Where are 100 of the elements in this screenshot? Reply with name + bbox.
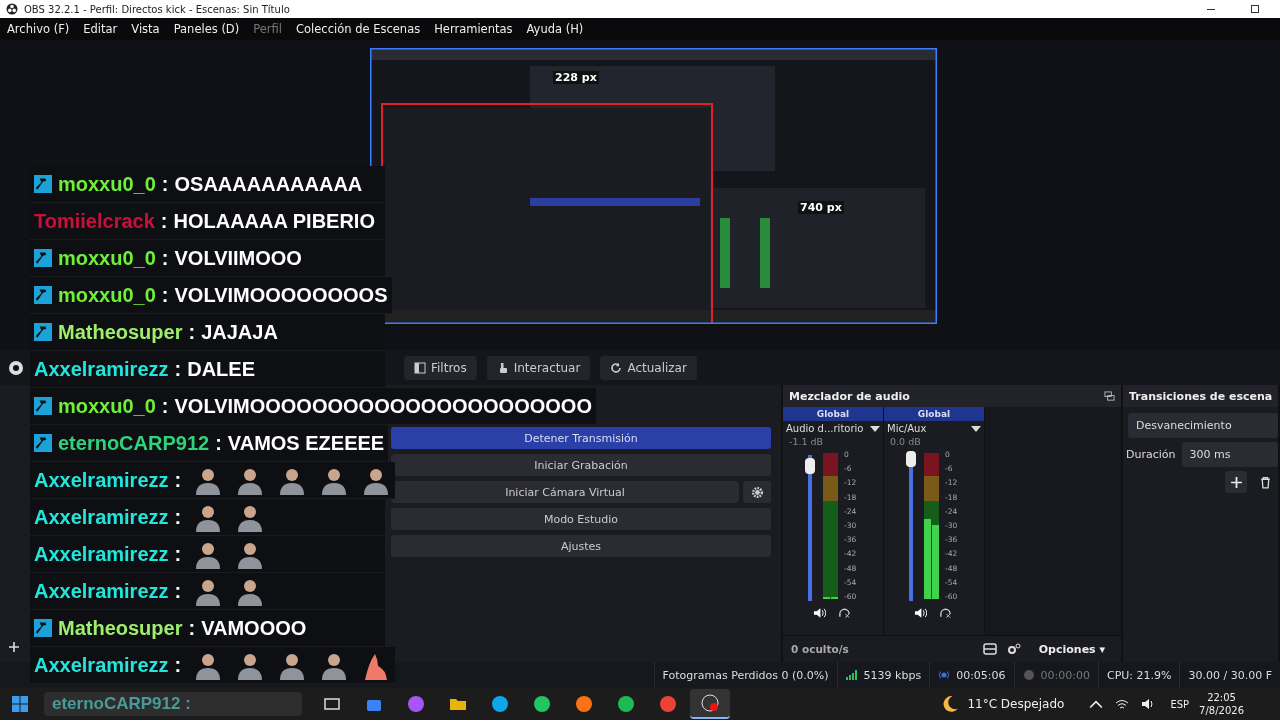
language-indicator[interactable]: ESP (1170, 698, 1190, 710)
chat-separator: : (174, 579, 182, 603)
speaker-icon[interactable] (914, 607, 927, 619)
toolbar-button[interactable]: Interactuar (486, 355, 591, 380)
circle-icon (406, 694, 426, 714)
volume-reading: 0.0 dB (889, 436, 922, 447)
maximize-icon[interactable] (1250, 4, 1260, 14)
hidden-count: 0 oculto/s (791, 643, 849, 655)
chat-separator: : (174, 505, 182, 529)
chat-username: Matheosuper (58, 320, 183, 344)
status-text: 5139 kbps (863, 668, 922, 682)
chat-username: moxxu0_0 (58, 246, 156, 270)
settings-button[interactable] (743, 481, 771, 503)
chat-username: eternoCARP912 : (52, 694, 191, 714)
duration-field[interactable]: 300 ms (1181, 442, 1278, 467)
plus-icon (1229, 475, 1243, 489)
caret-icon[interactable] (971, 425, 981, 432)
chat-separator: : (161, 246, 169, 270)
taskbar-app[interactable] (690, 689, 730, 719)
chat-text: JAJAJA (201, 320, 278, 344)
chat-icon (532, 694, 552, 714)
status-text: 00:00:00 (1040, 668, 1090, 682)
chat-username: Axxelramirezz (34, 542, 169, 566)
chat-text: VAMOOOO (201, 616, 307, 640)
control-button[interactable]: Detener Transmisión (391, 427, 771, 449)
chat-username: Axxelramirezz (34, 505, 169, 529)
toolbar-button[interactable]: Filtros (404, 355, 477, 380)
control-button[interactable]: Ajustes (391, 535, 771, 557)
chat-separator: : (161, 283, 169, 307)
duration-label: Duración (1126, 448, 1176, 461)
record-icon (700, 693, 720, 713)
control-button[interactable]: Iniciar Cámara Virtual (391, 481, 739, 503)
chat-text: HOLAAAAA PIBERIO (173, 209, 375, 233)
chat-text: VOLVIIMOOO (174, 246, 302, 270)
chat-separator: : (161, 172, 169, 196)
transition-dropdown[interactable]: Desvanecimiento (1128, 413, 1278, 438)
clock-date: 7/8/2026 (1199, 704, 1244, 717)
eye-icon[interactable] (8, 359, 24, 376)
slider-thumb[interactable] (805, 458, 815, 474)
menu-item[interactable]: Editar (83, 22, 118, 36)
toolbar-button[interactable]: Actualizar (600, 355, 697, 380)
moon-icon (941, 695, 960, 713)
channel-name: Audio d...ritorio (786, 423, 864, 434)
status-text: CPU: 21.9% (1106, 668, 1172, 682)
control-button[interactable]: Iniciar Grabación (391, 454, 771, 476)
chat-username: Axxelramirezz (34, 468, 169, 492)
signal-icon (845, 670, 858, 680)
undock-icon[interactable] (1104, 390, 1115, 402)
chat-text: OSAAAAAAAAAAA (174, 172, 363, 196)
wifi-icon[interactable] (1115, 698, 1130, 710)
menu-item[interactable]: Paneles (D) (173, 22, 240, 36)
layout-icon[interactable] (982, 643, 997, 655)
volume-slider[interactable] (904, 451, 918, 601)
chat-separator: : (174, 468, 182, 492)
slider-thumb[interactable] (906, 451, 916, 467)
menu-item[interactable]: Vista (131, 22, 160, 36)
trash-icon[interactable] (1259, 475, 1272, 489)
chat-username: moxxu0_0 (58, 172, 156, 196)
chat-text: DALEE (187, 357, 255, 381)
mail-icon (490, 694, 510, 714)
chat-username: moxxu0_0 (58, 394, 156, 418)
status-text: 00:05:06 (956, 668, 1006, 682)
music-icon (616, 694, 636, 714)
menu-item[interactable]: Colección de Escenas (296, 22, 421, 36)
menu-item[interactable]: Ayuda (H) (526, 22, 584, 36)
chat-username: Matheosuper (58, 616, 183, 640)
guide-label: 740 px (798, 201, 844, 214)
menu-item[interactable]: Archivo (F) (7, 22, 70, 36)
status-text: 30.00 / 30.00 F (1188, 668, 1272, 682)
filter-icon (414, 361, 426, 374)
app-logo-icon (6, 3, 18, 15)
clock-time: 22:05 (1207, 691, 1236, 704)
add-button[interactable] (1225, 471, 1247, 493)
chat-username: Axxelramirezz (34, 357, 169, 381)
broadcast-icon (938, 670, 951, 680)
weather-text: 11°C Despejado (967, 697, 1065, 711)
window-title: OBS 32.2.1 - Perfil: Directos kick - Escenas: Sin Título (24, 3, 290, 15)
menu-item[interactable]: Herramientas (434, 22, 513, 36)
headphones-icon[interactable] (838, 607, 851, 619)
chat-text: VOLVIMOOOOOOOOOOOOOOOOOOOOOO (174, 394, 592, 418)
browser-icon (574, 694, 594, 714)
speaker-icon[interactable] (1141, 698, 1156, 710)
channel-header: Global (783, 407, 883, 421)
chat-separator: : (174, 357, 182, 381)
add-icon[interactable] (8, 641, 20, 653)
chat-username: Tomiielcrack (34, 209, 155, 233)
control-button[interactable]: Modo Estudio (391, 508, 771, 530)
chat-username: moxxu0_0 (58, 283, 156, 307)
chat-separator: : (215, 431, 222, 455)
speaker-icon[interactable] (813, 607, 826, 619)
options-button[interactable]: Opciones ▾ (1030, 642, 1113, 656)
chat-text: VAMOS EZEEEE (227, 431, 385, 455)
headphones-icon[interactable] (939, 607, 952, 619)
caret-icon[interactable] (870, 425, 880, 432)
chat-separator: : (188, 320, 196, 344)
refresh-icon (610, 361, 623, 374)
settings-icon[interactable] (1006, 643, 1021, 655)
chevron-up-icon[interactable] (1089, 698, 1104, 710)
search-box[interactable]: eternoCARP912 : (44, 692, 302, 716)
panel-title: Transiciones de escena (1129, 389, 1273, 403)
